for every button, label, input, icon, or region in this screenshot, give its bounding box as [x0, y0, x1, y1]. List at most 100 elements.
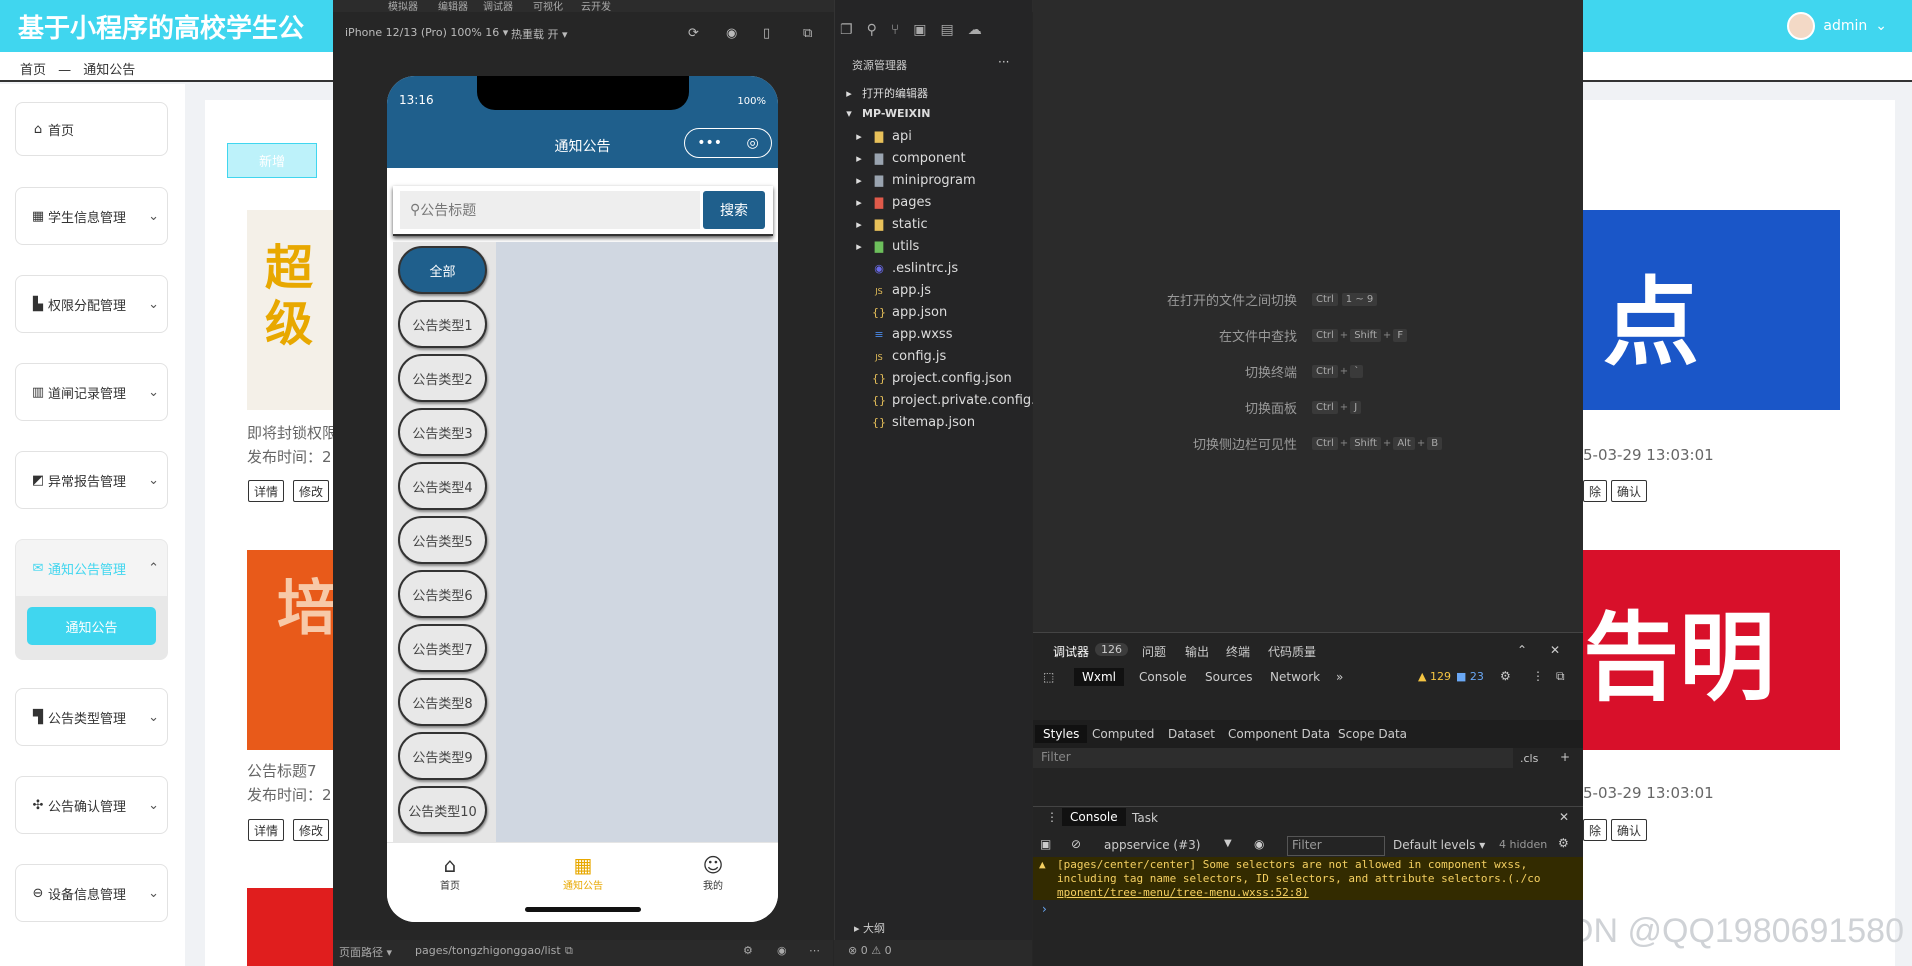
tree-item[interactable]: ▸ ▇ pages	[852, 195, 931, 210]
tree-item[interactable]: {} project.config.json	[852, 371, 1012, 386]
refresh-icon[interactable]: ⟳	[688, 26, 699, 41]
sidebar-item-7[interactable]: ✣ 公告确认管理 ⌄	[15, 776, 168, 834]
confirm-button[interactable]: 确认	[1611, 480, 1648, 502]
cls-toggle[interactable]: .cls	[1520, 752, 1538, 765]
styletab-styles[interactable]: Styles	[1035, 725, 1088, 743]
tab-code-quality[interactable]: 代码质量	[1268, 643, 1316, 660]
tab-terminal[interactable]: 终端	[1226, 643, 1250, 660]
gear-icon[interactable]: ⚙	[1558, 836, 1569, 850]
sidebar-subitem-notice[interactable]: 通知公告	[27, 607, 156, 645]
tab-notice[interactable]: ▦ 通知公告	[548, 853, 618, 892]
tree-item[interactable]: JS app.js	[852, 283, 931, 298]
phone-icon[interactable]: ▯	[763, 26, 770, 41]
panel-icon[interactable]: ▤	[940, 22, 953, 38]
stop-icon[interactable]: ◉	[726, 26, 737, 41]
clear-icon[interactable]: ⊘	[1071, 837, 1081, 851]
sidebar-item-5[interactable]: ✉ 通知公告管理 ⌃	[15, 539, 168, 597]
tab-mine[interactable]: ☺ 我的	[678, 853, 748, 892]
devtab-sources[interactable]: Sources	[1205, 670, 1252, 684]
eye-icon[interactable]: ◉	[777, 944, 787, 957]
outline-section[interactable]: ▸ 大纲	[834, 920, 1032, 940]
tree-item[interactable]: ▸ ▇ component	[852, 151, 965, 166]
styletab-component-data[interactable]: Component Data	[1228, 727, 1330, 741]
sidebar-item-1[interactable]: ▦ 学生信息管理 ⌄	[15, 187, 168, 245]
notice-image[interactable]: 超级	[247, 210, 333, 410]
settings-icon[interactable]: ⚙	[743, 944, 753, 957]
console-prompt[interactable]: ›	[1042, 902, 1047, 916]
warning-count[interactable]: ▲ 129	[1418, 670, 1451, 683]
category-item[interactable]: 公告类型6	[398, 570, 487, 618]
category-item[interactable]: 公告类型2	[398, 354, 487, 402]
devtab-more[interactable]: »	[1336, 670, 1343, 684]
tree-item[interactable]: {} sitemap.json	[852, 415, 975, 430]
copy-icon[interactable]: ⧉	[565, 944, 573, 958]
warning-source-link[interactable]: mponent/tree-menu/tree-menu.wxss:52:8)	[1057, 886, 1575, 900]
tree-item[interactable]: ▸ ▇ api	[852, 129, 912, 144]
tab-output[interactable]: 输出	[1185, 643, 1209, 660]
open-editors-section[interactable]: ▸ 打开的编辑器	[842, 85, 928, 101]
levels-select[interactable]: Default levels ▾	[1393, 838, 1485, 852]
detail-button[interactable]: 详情	[248, 819, 285, 841]
category-item[interactable]: 公告类型1	[398, 300, 487, 348]
edit-button[interactable]: 修改	[293, 819, 330, 841]
search-icon[interactable]: ⚲	[867, 22, 877, 38]
styles-filter-input[interactable]: Filter	[1033, 748, 1513, 768]
kebab-icon[interactable]: ⋮	[1532, 669, 1544, 683]
console-tab[interactable]: Console	[1062, 808, 1126, 826]
breadcrumb-home[interactable]: 首页	[20, 63, 46, 78]
files-icon[interactable]: ❐	[840, 22, 853, 38]
window-icon[interactable]: ⧉	[803, 26, 812, 41]
styletab-computed[interactable]: Computed	[1092, 727, 1154, 741]
tree-item[interactable]: ◉ .eslintrc.js	[852, 261, 958, 276]
notice-image[interactable]: 培	[247, 550, 333, 750]
more-icon[interactable]: ···	[998, 55, 1009, 69]
sidebar-item-6[interactable]: ▜ 公告类型管理 ⌄	[15, 688, 168, 746]
extensions-icon[interactable]: ▣	[913, 22, 926, 38]
console-filter-input[interactable]: Filter	[1287, 836, 1385, 856]
category-item[interactable]: 公告类型4	[398, 462, 487, 510]
device-select[interactable]: iPhone 12/13 (Pro) 100% 16 ▾	[345, 26, 508, 39]
capsule-button[interactable]: ••• ◎	[684, 128, 772, 158]
tab-problems[interactable]: 问题	[1142, 643, 1166, 660]
more-icon[interactable]: •••	[697, 135, 722, 151]
category-item[interactable]: 公告类型7	[398, 624, 487, 672]
project-root[interactable]: ▾ MP-WEIXIN	[842, 107, 930, 120]
delete-button[interactable]: 除	[1583, 480, 1608, 502]
context-select[interactable]: appservice (#3)	[1104, 838, 1200, 852]
sidebar-item-4[interactable]: ◩ 异常报告管理 ⌄	[15, 451, 168, 509]
toolbar-item-2[interactable]: 调试器	[483, 0, 513, 12]
more-icon[interactable]: ⋯	[809, 944, 820, 957]
user-menu[interactable]: admin ⌄	[1787, 12, 1887, 40]
tree-item[interactable]: ▸ ▇ static	[852, 217, 927, 232]
category-item[interactable]: 公告类型3	[398, 408, 487, 456]
notice-image[interactable]: 告明	[1583, 550, 1840, 750]
category-item[interactable]: 全部	[398, 246, 487, 294]
edit-button[interactable]: 修改	[293, 480, 330, 502]
close-icon[interactable]: ✕	[1550, 643, 1560, 657]
sidebar-item-2[interactable]: ▙ 权限分配管理 ⌄	[15, 275, 168, 333]
tab-home[interactable]: ⌂ 首页	[415, 853, 485, 892]
styletab-dataset[interactable]: Dataset	[1168, 727, 1215, 741]
info-count[interactable]: ■ 23	[1456, 670, 1484, 683]
tree-item[interactable]: ▸ ▇ miniprogram	[852, 173, 975, 188]
tree-item[interactable]: {} app.json	[852, 305, 947, 320]
category-item[interactable]: 公告类型9	[398, 732, 487, 780]
problems-status[interactable]: ⊗ 0 ⚠ 0	[834, 940, 1032, 966]
tree-item[interactable]: JS config.js	[852, 349, 946, 364]
toolbar-item-0[interactable]: 模拟器	[388, 0, 418, 12]
delete-button[interactable]: 除	[1583, 819, 1608, 841]
dock-icon[interactable]: ⧉	[1556, 669, 1565, 684]
page-path-label[interactable]: 页面路径 ▾	[339, 944, 392, 960]
sidebar-toggle-icon[interactable]: ▣	[1040, 837, 1051, 851]
plus-icon[interactable]: +	[1560, 750, 1570, 764]
target-icon[interactable]: ◎	[747, 135, 759, 151]
chevron-up-icon[interactable]: ⌃	[1517, 643, 1527, 657]
task-tab[interactable]: Task	[1132, 811, 1158, 825]
sidebar-item-0[interactable]: ⌂ 首页	[15, 102, 168, 156]
search-button[interactable]: 搜索	[703, 191, 765, 229]
category-item[interactable]: 公告类型8	[398, 678, 487, 726]
sidebar-item-8[interactable]: ⊖ 设备信息管理 ⌄	[15, 864, 168, 922]
eye-icon[interactable]: ◉	[1254, 837, 1264, 851]
toolbar-item-3[interactable]: 可视化	[533, 0, 563, 12]
git-icon[interactable]: ⑂	[891, 22, 899, 38]
